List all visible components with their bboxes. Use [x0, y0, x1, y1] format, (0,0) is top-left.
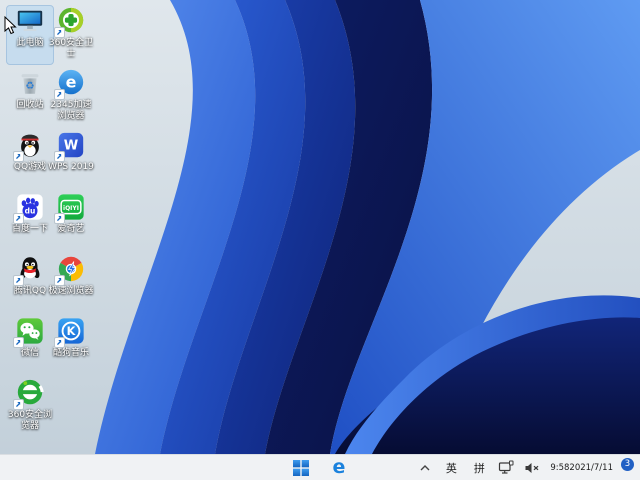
- desktop-icon-360-safety-guard[interactable]: 360安全卫士: [48, 6, 94, 64]
- icon-label: 360安全浏览器: [7, 410, 53, 431]
- shortcut-arrow-icon: [54, 337, 65, 348]
- svg-text:du: du: [25, 207, 36, 216]
- icon-label: WPS 2019: [48, 162, 94, 172]
- svg-text:♻: ♻: [25, 80, 34, 92]
- clock-date: 2021/7/11: [569, 462, 613, 473]
- recycle-bin-icon: ♻: [15, 68, 45, 98]
- icon-label: 腾讯QQ: [13, 286, 47, 296]
- svg-text:K: K: [67, 325, 77, 338]
- system-tray: 英 拼 9:58 2021/7/11 3: [416, 455, 634, 480]
- svg-text:W: W: [64, 139, 79, 154]
- 2345-browser-icon: e: [54, 68, 86, 100]
- kugou-music-icon: K: [54, 316, 86, 348]
- shortcut-arrow-icon: [13, 337, 24, 348]
- icon-label: 极速浏览器: [48, 286, 94, 296]
- desktop-icon-wechat[interactable]: 微信: [7, 316, 53, 374]
- mouse-cursor: [4, 16, 17, 35]
- taskbar: e 英 拼 9:58 2021/7/11 3: [0, 454, 640, 480]
- wechat-icon: [13, 316, 45, 348]
- this-pc-icon: [15, 6, 45, 36]
- desktop-icon-qq-games[interactable]: QQ游戏: [7, 130, 53, 188]
- edge-icon: e: [332, 456, 346, 478]
- start-button[interactable]: [289, 456, 313, 480]
- icon-label: 360安全卫士: [48, 38, 94, 59]
- icon-label: 2345加速浏览器: [50, 100, 92, 121]
- desktop-icon-recycle-bin[interactable]: ♻ 回收站: [7, 68, 53, 126]
- svg-text:e: e: [66, 73, 77, 92]
- network-ethernet-icon[interactable]: [496, 457, 516, 479]
- tencent-qq-icon: [13, 254, 45, 286]
- tray-chevron-up-icon[interactable]: [416, 457, 434, 479]
- desktop-icon-2345-browser[interactable]: e 2345加速浏览器: [48, 68, 94, 126]
- shortcut-arrow-icon: [13, 213, 24, 224]
- wps-2019-icon: W: [54, 130, 86, 162]
- iqiyi-icon: iQIYI: [54, 192, 86, 224]
- shortcut-arrow-icon: [13, 275, 24, 286]
- icon-label: 此电脑: [16, 38, 44, 48]
- ime-language-indicator[interactable]: 英: [440, 457, 462, 479]
- shortcut-arrow-icon: [54, 151, 65, 162]
- volume-muted-icon[interactable]: [522, 457, 542, 479]
- desktop-icon-tencent-qq[interactable]: 腾讯QQ: [7, 254, 53, 312]
- desktop-icon-speed-browser[interactable]: 极速浏览器: [48, 254, 94, 312]
- notification-count-badge[interactable]: 3: [621, 458, 634, 471]
- clock[interactable]: 9:58 2021/7/11: [548, 457, 615, 479]
- ime-mode-indicator[interactable]: 拼: [468, 457, 490, 479]
- windows-logo-icon: [293, 459, 309, 476]
- shortcut-arrow-icon: [13, 151, 24, 162]
- shortcut-arrow-icon: [13, 399, 24, 410]
- icon-label: 回收站: [16, 100, 44, 110]
- desktop-icon-this-pc[interactable]: 此电脑: [6, 5, 54, 65]
- svg-text:iQIYI: iQIYI: [63, 205, 79, 212]
- icon-label: QQ游戏: [13, 162, 47, 172]
- 360-safe-browser-icon: [13, 378, 45, 410]
- baidu-search-icon: du: [13, 192, 45, 224]
- icon-label: 爱奇艺: [57, 224, 85, 234]
- shortcut-arrow-icon: [54, 213, 65, 224]
- icon-label: 酷狗音乐: [52, 348, 89, 358]
- edge-browser-taskbar-button[interactable]: e: [327, 456, 351, 480]
- shortcut-arrow-icon: [54, 89, 65, 100]
- windows-11-desktop: { "desktop": { "icons": [ {"label": "此电脑…: [0, 0, 640, 480]
- shortcut-arrow-icon: [54, 27, 65, 38]
- icon-label: 微信: [20, 348, 39, 358]
- speed-browser-icon: [54, 254, 86, 286]
- desktop-icon-baidu-search[interactable]: du 百度一下: [7, 192, 53, 250]
- qq-games-icon: [13, 130, 45, 162]
- icon-label: 百度一下: [11, 224, 48, 234]
- clock-time: 9:58: [550, 462, 570, 473]
- 360-safety-guard-icon: [54, 6, 86, 38]
- wallpaper-bloom: [0, 0, 640, 454]
- desktop-icon-360-safe-browser[interactable]: 360安全浏览器: [7, 378, 53, 436]
- desktop-icon-kugou-music[interactable]: K 酷狗音乐: [48, 316, 94, 374]
- desktop-icon-iqiyi[interactable]: iQIYI 爱奇艺: [48, 192, 94, 250]
- shortcut-arrow-icon: [54, 275, 65, 286]
- desktop-icon-wps-2019[interactable]: W WPS 2019: [48, 130, 94, 188]
